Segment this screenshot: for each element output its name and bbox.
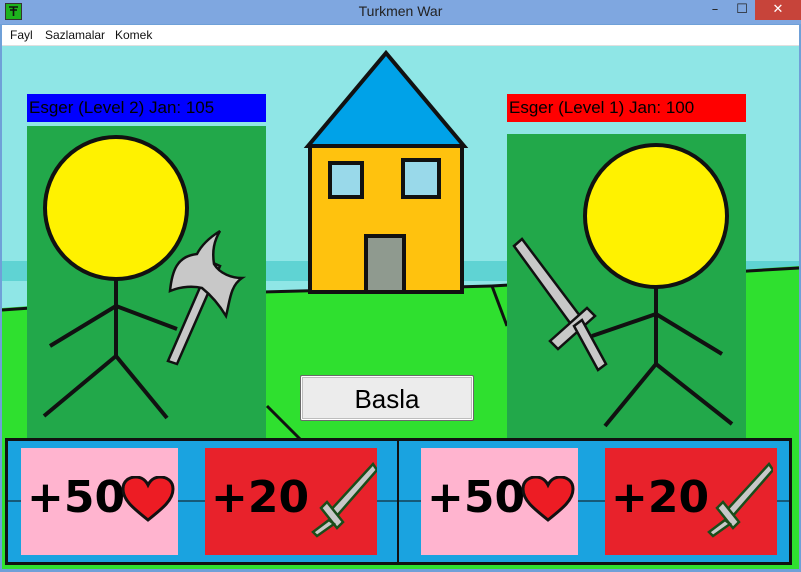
left-attack-card[interactable]: +20 <box>205 448 377 555</box>
heart-icon <box>121 476 175 522</box>
game-scene: Esger (Level 2) Jan: 105 Esger (Level 1)… <box>2 46 799 569</box>
menu-sazlamalar[interactable]: Sazlamalar <box>45 28 105 42</box>
right-attack-card[interactable]: +20 <box>605 448 777 555</box>
sword-icon <box>707 462 773 538</box>
menu-fayl[interactable]: Fayl <box>10 28 33 42</box>
player-right <box>507 134 746 441</box>
title-bar[interactable]: Turkmen War – ☐ ✕ <box>0 0 801 24</box>
left-heal-card[interactable]: +50 <box>21 448 178 555</box>
menu-komek[interactable]: Komek <box>115 28 152 42</box>
player-left-label: Esger (Level 2) Jan: 105 <box>27 94 266 122</box>
right-attack-text: +20 <box>611 472 710 523</box>
player-right-label: Esger (Level 1) Jan: 100 <box>507 94 746 122</box>
action-panel: +50 +20 +50 +20 <box>5 438 792 565</box>
sword-icon <box>311 462 377 538</box>
left-heal-text: +50 <box>27 472 126 523</box>
heart-icon <box>521 476 575 522</box>
start-button[interactable]: Basla <box>300 375 474 421</box>
menu-bar: Fayl Sazlamalar Komek <box>2 25 799 46</box>
right-heal-card[interactable]: +50 <box>421 448 578 555</box>
house <box>303 49 469 294</box>
minimize-button[interactable]: – <box>700 0 730 20</box>
right-heal-text: +50 <box>427 472 526 523</box>
player-left <box>27 126 266 441</box>
game-window: Turkmen War – ☐ ✕ Fayl Sazlamalar Komek <box>0 0 801 572</box>
left-attack-text: +20 <box>211 472 310 523</box>
window-title: Turkmen War <box>358 3 443 19</box>
close-button[interactable]: ✕ <box>755 0 801 20</box>
maximize-button[interactable]: ☐ <box>730 0 754 20</box>
